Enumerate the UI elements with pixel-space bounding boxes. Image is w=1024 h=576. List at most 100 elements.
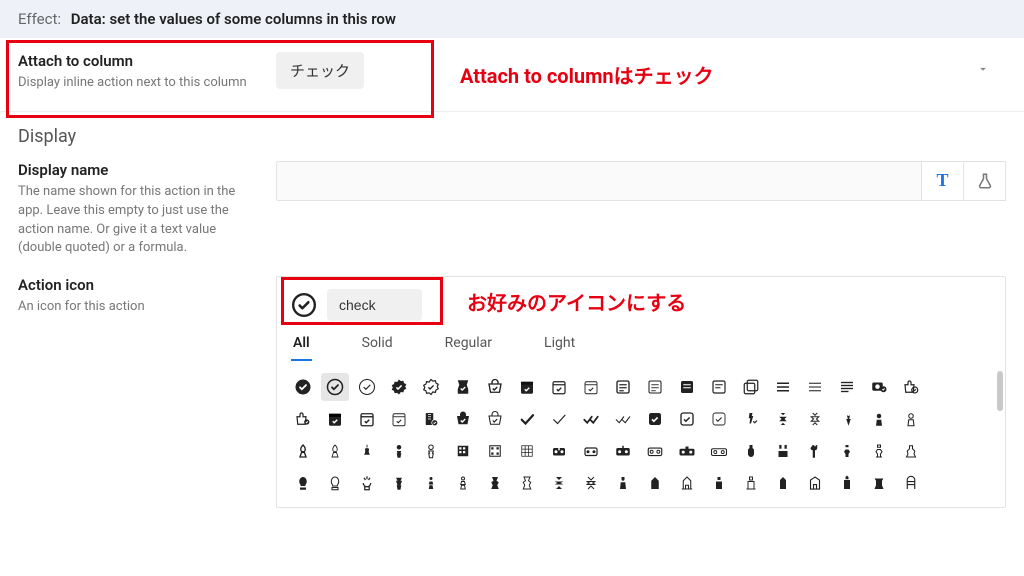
icon-option[interactable] [833, 373, 861, 401]
icon-option[interactable] [545, 405, 573, 433]
icon-option[interactable] [897, 373, 925, 401]
icon-option[interactable] [481, 373, 509, 401]
attach-label-col: Attach to column Display inline action n… [18, 52, 258, 93]
icon-option[interactable] [385, 373, 413, 401]
icon-option[interactable] [481, 469, 509, 497]
icon-option[interactable] [417, 405, 445, 433]
icon-option[interactable] [545, 437, 573, 465]
icon-option[interactable] [737, 405, 765, 433]
icon-option[interactable] [833, 437, 861, 465]
icon-option[interactable] [769, 405, 797, 433]
icon-option[interactable] [609, 373, 637, 401]
icon-option[interactable] [673, 437, 701, 465]
tab-solid[interactable]: Solid [360, 331, 395, 361]
display-name-input[interactable] [276, 161, 922, 201]
icon-option[interactable] [513, 469, 541, 497]
icon-option[interactable] [769, 373, 797, 401]
icon-option[interactable] [673, 469, 701, 497]
icon-option[interactable] [577, 373, 605, 401]
icon-option[interactable] [769, 437, 797, 465]
icon-option[interactable] [801, 437, 829, 465]
icon-option[interactable] [577, 405, 605, 433]
icon-option[interactable] [705, 437, 733, 465]
icon-option[interactable] [449, 373, 477, 401]
icon-option[interactable] [641, 373, 669, 401]
icon-option[interactable] [641, 469, 669, 497]
icon-option[interactable] [449, 405, 477, 433]
icon-option[interactable] [865, 373, 893, 401]
icon-option[interactable] [353, 469, 381, 497]
display-name-section: Display name The name shown for this act… [0, 147, 1024, 276]
display-name-label-col: Display name The name shown for this act… [18, 161, 258, 258]
icon-option[interactable] [417, 437, 445, 465]
effect-label: Effect: [18, 10, 61, 28]
action-icon-label-col: Action icon An icon for this action [18, 276, 258, 317]
icon-option[interactable] [385, 469, 413, 497]
icon-grid [277, 367, 1005, 507]
icon-option[interactable] [513, 405, 541, 433]
icon-option-selected[interactable] [321, 373, 349, 401]
icon-option[interactable] [897, 405, 925, 433]
icon-option[interactable] [705, 405, 733, 433]
icon-option[interactable] [865, 437, 893, 465]
icon-option[interactable] [353, 437, 381, 465]
icon-option[interactable] [321, 405, 349, 433]
attach-section: Attach to column Display inline action n… [0, 38, 1024, 112]
icon-option[interactable] [865, 405, 893, 433]
icon-option[interactable] [353, 373, 381, 401]
icon-grid-scrollbar[interactable] [997, 371, 1003, 411]
icon-option[interactable] [513, 373, 541, 401]
icon-option[interactable] [737, 469, 765, 497]
icon-search-input[interactable] [327, 289, 422, 321]
formula-mode-button[interactable] [964, 161, 1006, 201]
icon-option[interactable] [385, 437, 413, 465]
icon-option[interactable] [289, 437, 317, 465]
icon-option[interactable] [481, 437, 509, 465]
icon-option[interactable] [481, 405, 509, 433]
icon-option[interactable] [449, 469, 477, 497]
icon-option[interactable] [673, 373, 701, 401]
icon-option[interactable] [801, 373, 829, 401]
icon-option[interactable] [833, 469, 861, 497]
icon-option[interactable] [545, 373, 573, 401]
display-name-title: Display name [18, 161, 258, 179]
tab-regular[interactable]: Regular [443, 331, 494, 361]
icon-option[interactable] [385, 405, 413, 433]
icon-option[interactable] [865, 469, 893, 497]
icon-option[interactable] [577, 437, 605, 465]
tab-light[interactable]: Light [542, 331, 577, 361]
icon-option[interactable] [833, 405, 861, 433]
icon-option[interactable] [321, 437, 349, 465]
icon-option[interactable] [289, 373, 317, 401]
icon-option[interactable] [705, 469, 733, 497]
attach-title: Attach to column [18, 52, 258, 70]
icon-option[interactable] [545, 469, 573, 497]
icon-option[interactable] [417, 469, 445, 497]
icon-option[interactable] [289, 469, 317, 497]
icon-option[interactable] [513, 437, 541, 465]
icon-option[interactable] [609, 437, 637, 465]
icon-option[interactable] [897, 437, 925, 465]
icon-option[interactable] [289, 405, 317, 433]
tab-all[interactable]: All [291, 331, 312, 361]
icon-option[interactable] [705, 373, 733, 401]
icon-option[interactable] [449, 437, 477, 465]
icon-option[interactable] [609, 469, 637, 497]
icon-option[interactable] [737, 373, 765, 401]
icon-option[interactable] [609, 405, 637, 433]
icon-option[interactable] [641, 405, 669, 433]
attach-dropdown[interactable]: チェック [276, 52, 1006, 89]
icon-option[interactable] [641, 437, 669, 465]
text-mode-button[interactable]: T [922, 161, 964, 201]
icon-option[interactable] [801, 405, 829, 433]
icon-option[interactable] [673, 405, 701, 433]
icon-option[interactable] [737, 437, 765, 465]
icon-option[interactable] [577, 469, 605, 497]
icon-option[interactable] [353, 405, 381, 433]
chevron-down-icon [976, 62, 990, 80]
icon-option[interactable] [321, 469, 349, 497]
icon-option[interactable] [897, 469, 925, 497]
icon-option[interactable] [801, 469, 829, 497]
icon-option[interactable] [769, 469, 797, 497]
icon-option[interactable] [417, 373, 445, 401]
